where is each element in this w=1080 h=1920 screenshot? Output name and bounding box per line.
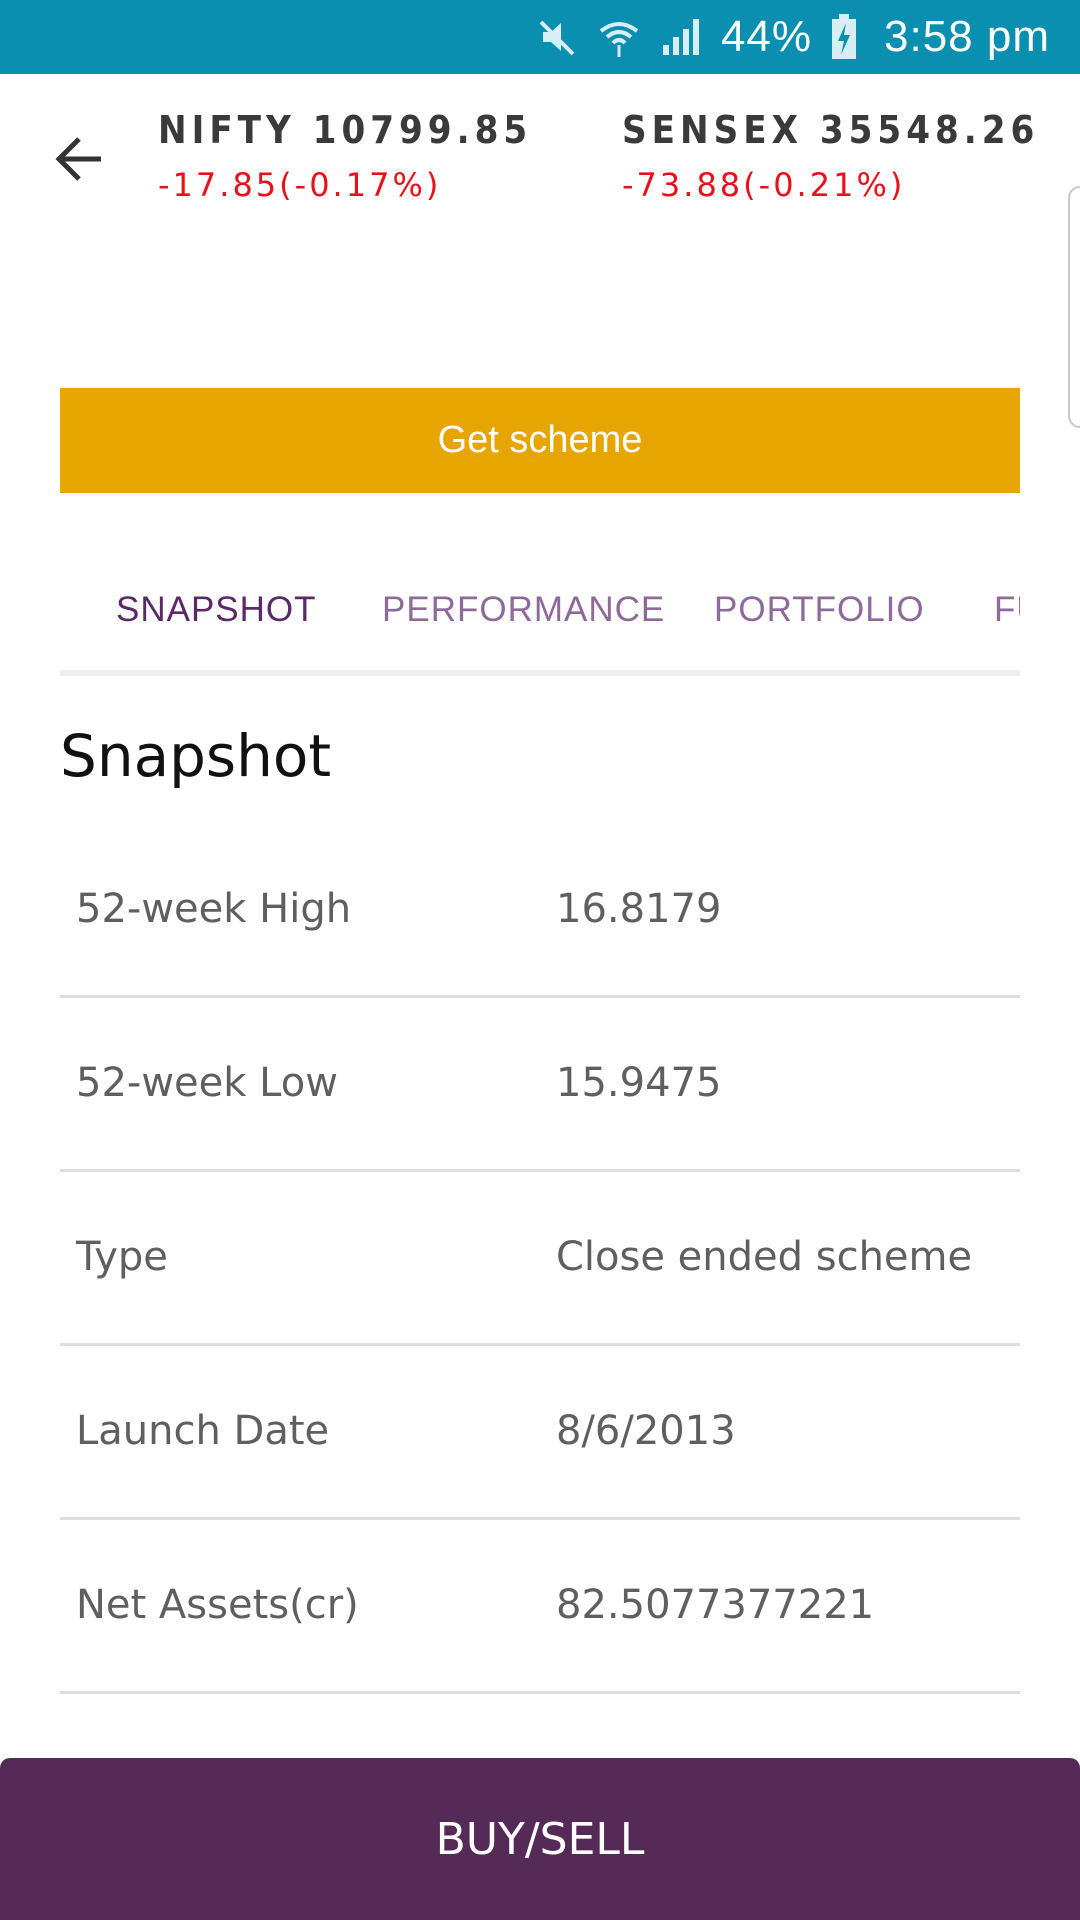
row-label: Launch Date <box>76 1408 330 1454</box>
row-value: 82.5077377221 <box>556 1582 875 1628</box>
nifty-ticker: NIFTY 10799.85 -17.85(-0.17%) <box>158 108 532 204</box>
edge-panel-handle[interactable] <box>1068 186 1080 428</box>
row-value: 8/6/2013 <box>556 1408 736 1454</box>
table-row: Type Close ended scheme <box>60 1172 1020 1346</box>
row-value: Close ended scheme <box>556 1234 973 1280</box>
tab-snapshot[interactable]: SNAPSHOT <box>116 590 317 630</box>
wifi-icon <box>597 15 641 59</box>
clock: 3:58 pm <box>884 12 1050 61</box>
row-value: 16.8179 <box>556 886 722 932</box>
tab-bar: SNAPSHOT PERFORMANCE PORTFOLIO FU <box>60 560 1020 676</box>
mute-icon <box>537 16 579 58</box>
table-row: 52-week High 16.8179 <box>60 824 1020 998</box>
arrow-left-icon <box>53 133 105 190</box>
active-tab-indicator <box>60 670 360 676</box>
ticker-name: NIFTY 10799.85 <box>158 108 533 152</box>
table-row: Launch Date 8/6/2013 <box>60 1346 1020 1520</box>
battery-percent: 44% <box>720 12 813 61</box>
section-title: Snapshot <box>60 722 332 790</box>
tab-fund[interactable]: FU <box>994 590 1020 630</box>
row-label: Type <box>76 1234 168 1280</box>
ticker-header: NIFTY 10799.85 -17.85(-0.17%) SENSEX 355… <box>0 74 1080 234</box>
battery-charging-icon <box>830 13 858 61</box>
status-bar: 44% 3:58 pm <box>0 0 1080 74</box>
ticker-change: -73.88(-0.21%) <box>622 166 906 204</box>
back-button[interactable] <box>48 130 110 192</box>
get-scheme-button[interactable]: Get scheme <box>60 388 1020 493</box>
row-value: 15.9475 <box>556 1060 722 1106</box>
ticker-change: -17.85(-0.17%) <box>158 166 442 204</box>
row-label: 52-week Low <box>76 1060 338 1106</box>
tab-performance[interactable]: PERFORMANCE <box>382 590 665 630</box>
table-row: Net Assets(cr) 82.5077377221 <box>60 1520 1020 1694</box>
row-label: Net Assets(cr) <box>76 1582 359 1628</box>
row-label: 52-week High <box>76 886 352 932</box>
signal-icon <box>659 15 703 59</box>
table-row: 52-week Low 15.9475 <box>60 998 1020 1172</box>
ticker-name: SENSEX 35548.26 <box>622 108 1040 152</box>
tab-portfolio[interactable]: PORTFOLIO <box>714 590 925 630</box>
sensex-ticker: SENSEX 35548.26 -73.88(-0.21%) <box>622 108 1039 204</box>
buy-sell-button[interactable]: BUY/SELL <box>0 1758 1080 1920</box>
snapshot-table: 52-week High 16.8179 52-week Low 15.9475… <box>60 824 1020 1694</box>
